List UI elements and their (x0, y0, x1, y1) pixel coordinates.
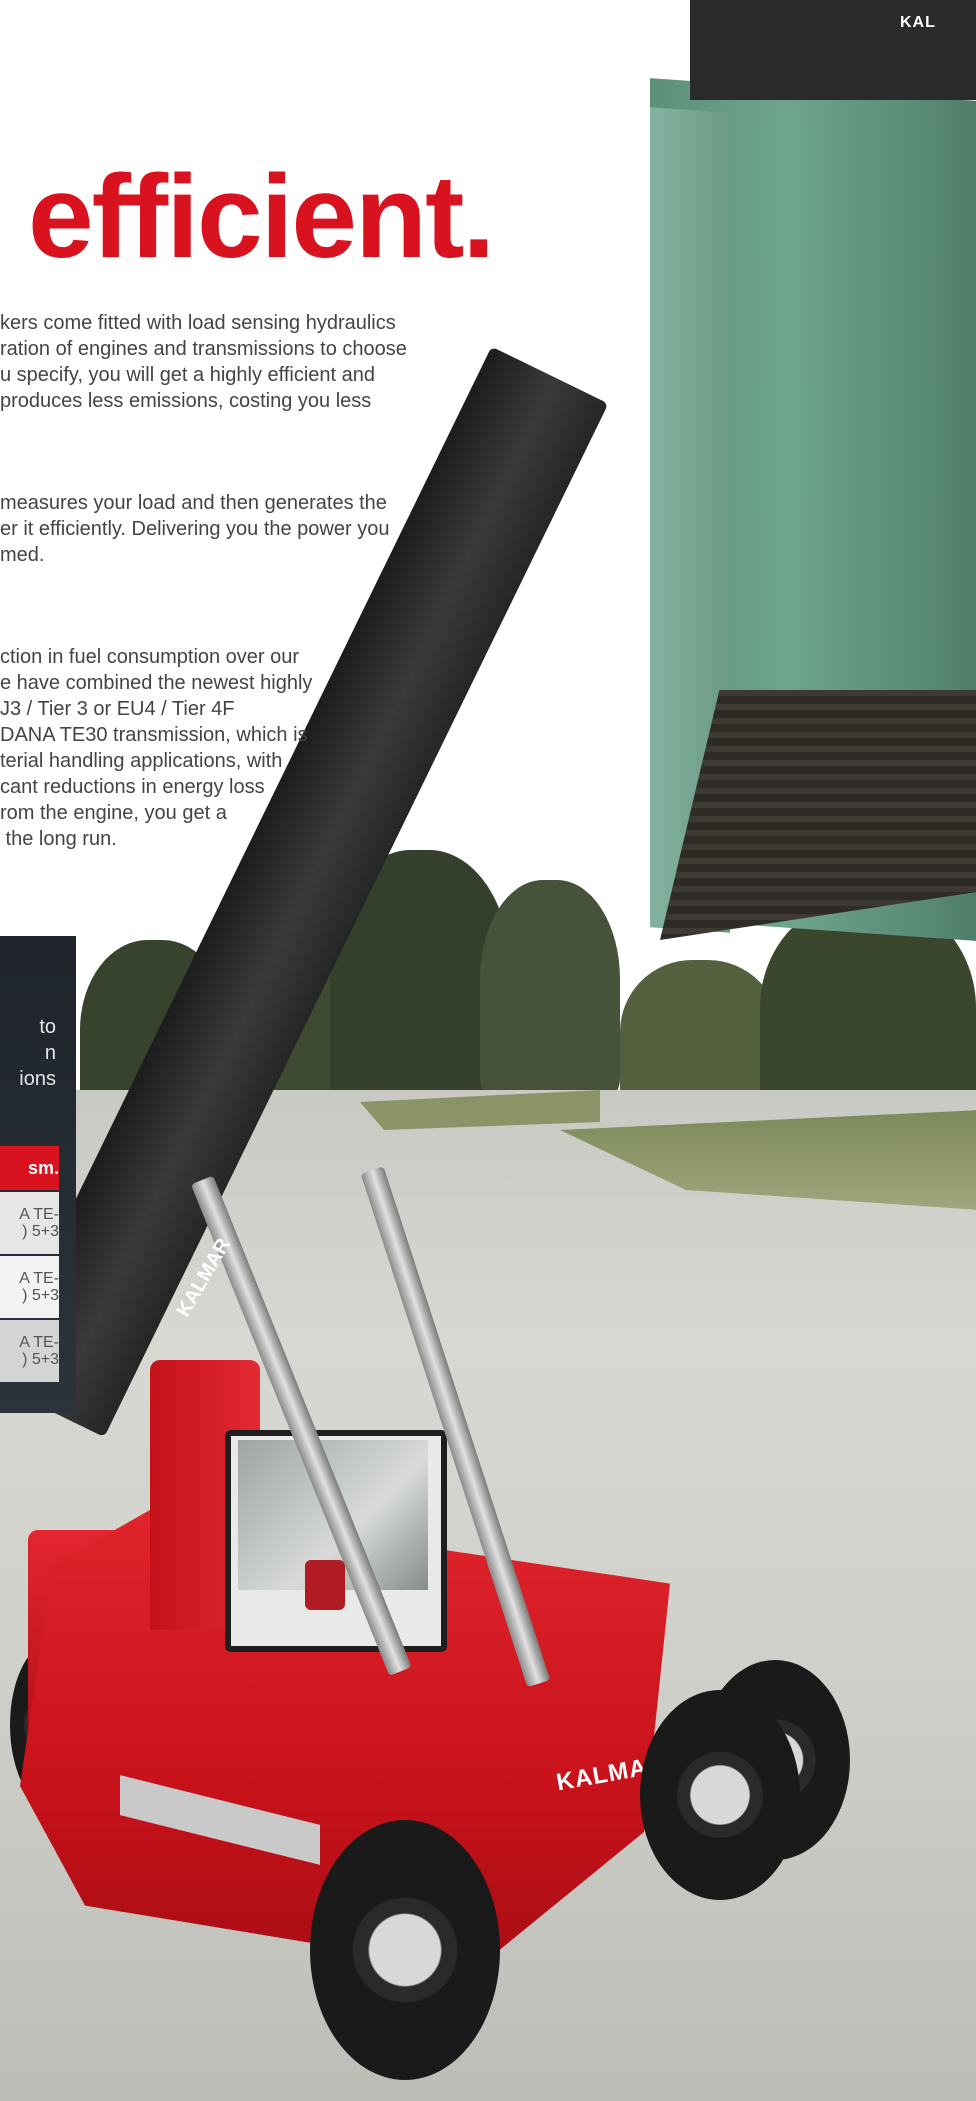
page-heading: efficient. (28, 151, 495, 283)
table-header-transmission: sm. (0, 1146, 59, 1190)
table-cell: A TE- ) 5+3 (0, 1256, 59, 1318)
table-cell: A TE- ) 5+3 (0, 1192, 59, 1254)
operator-seat (305, 1560, 345, 1610)
front-wheel (310, 1820, 500, 2080)
info-panel-text: to n ions (19, 1016, 56, 1090)
table-cell: A TE- ) 5+3 (0, 1320, 59, 1382)
front-wheel (640, 1690, 800, 1900)
tree (480, 880, 620, 1100)
body-paragraph: measures your load and then generates th… (0, 492, 390, 566)
body-paragraph: ction in fuel consumption over our e hav… (0, 646, 313, 850)
body-paragraph: kers come fitted with load sensing hydra… (0, 312, 407, 412)
spreader-logo: KAL (900, 14, 936, 31)
